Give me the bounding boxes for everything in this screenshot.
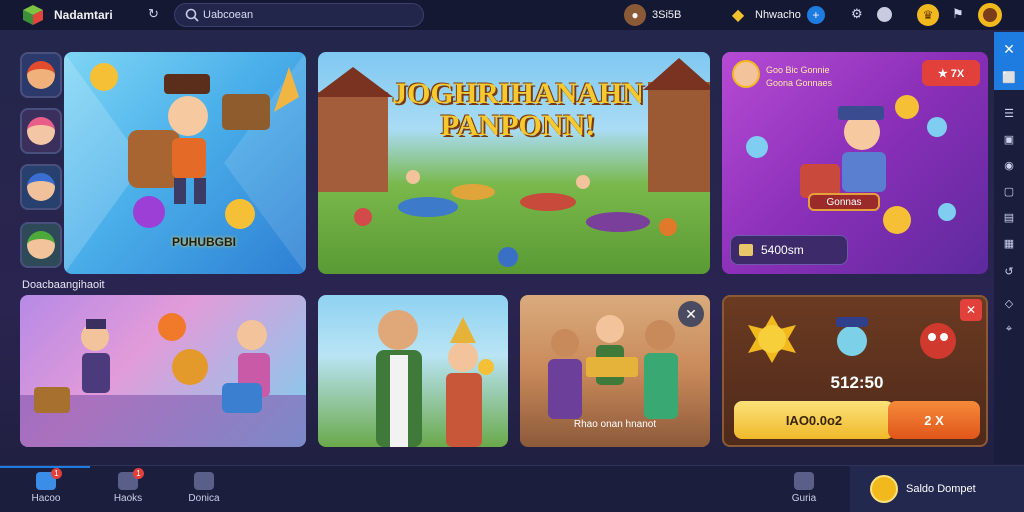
prize-amount: 512:50 xyxy=(830,373,884,392)
game-label: PUHUBGBI xyxy=(171,235,236,249)
home-icon: 1 xyxy=(36,468,62,490)
guide-icon xyxy=(794,472,814,490)
flag-icon[interactable]: ⚑ xyxy=(952,6,964,22)
close-icon[interactable]: ✕ xyxy=(678,301,704,327)
folder-icon[interactable]: ▤ xyxy=(1000,208,1018,226)
character-avatar[interactable] xyxy=(20,108,62,154)
gem-icon: ◆ xyxy=(731,7,745,24)
promo-amount-box[interactable]: 5400sm xyxy=(730,235,848,265)
coin-count: 3Si5B xyxy=(652,9,682,21)
settings-icon[interactable]: ⚙ xyxy=(851,6,863,22)
nav-home-label: Hacoo xyxy=(31,493,61,504)
nav-guide[interactable]: Guria xyxy=(774,470,834,504)
active-tab-indicator xyxy=(0,466,90,468)
wallet-button[interactable]: Saldo Dompet xyxy=(850,466,1024,512)
nav-books[interactable]: 1 Haoks xyxy=(98,468,158,504)
app-name: Nadamtari xyxy=(54,8,113,22)
prize-amount-field[interactable]: IAO0.0o2 xyxy=(734,401,894,439)
character-avatar[interactable] xyxy=(20,52,62,98)
record-icon[interactable] xyxy=(877,7,892,22)
bottom-navigation: 1 Hacoo 1 Haoks Donica Guria Saldo Dompe… xyxy=(0,465,1024,512)
gem-count: Nhwacho xyxy=(755,9,801,21)
prize-amount-input: IAO0.0o2 xyxy=(785,412,843,428)
app-logo-icon[interactable] xyxy=(22,4,44,26)
promo-banner: Gonnas xyxy=(808,193,880,211)
notification-badge: 1 xyxy=(51,468,62,479)
games-icon xyxy=(194,472,214,490)
camera-icon[interactable]: ▣ xyxy=(1000,130,1018,148)
characters-artwork xyxy=(20,313,306,447)
gem-balance[interactable]: ◆ Nhwacho + xyxy=(727,3,825,27)
promo-card[interactable]: Goo Bic Gonnie Goona Gonnaes ★ 7X Gonnas… xyxy=(722,52,988,274)
wallet-coin-icon xyxy=(870,475,898,503)
shake-icon[interactable]: ◇ xyxy=(1000,294,1018,312)
expand-icon[interactable]: ⬜ xyxy=(1000,68,1018,86)
coin-icon xyxy=(225,199,255,229)
controller-icon[interactable]: ◉ xyxy=(1000,156,1018,174)
refresh-icon[interactable]: ↻ xyxy=(148,6,159,22)
profile-icon[interactable] xyxy=(978,3,1002,27)
nav-games[interactable]: Donica xyxy=(174,470,234,504)
book-icon: 1 xyxy=(118,468,144,490)
character-avatar[interactable] xyxy=(20,164,62,210)
search-input[interactable] xyxy=(203,7,413,23)
wallet-label: Saldo Dompet xyxy=(906,483,976,495)
notification-badge: 1 xyxy=(133,468,144,479)
people-artwork xyxy=(376,310,494,447)
game-tile[interactable] xyxy=(20,295,306,447)
banner-title-line2: PANPONN! xyxy=(440,109,596,142)
section-title: Doacbaangihaoit xyxy=(22,279,105,291)
coin-balance[interactable]: ● 3Si5B xyxy=(624,3,681,27)
nav-guide-label: Guria xyxy=(791,493,817,504)
banner-title-line1: JOGHRIHANAHN xyxy=(392,77,644,110)
trophy-icon[interactable]: ♛ xyxy=(917,4,939,26)
prize-card[interactable]: ✕ 512:50 IAO0.0o2 2 X xyxy=(722,295,988,447)
banner-title: JOGHRIHANAHN PANPONN! xyxy=(388,78,648,142)
game-tile[interactable]: ✕ Rhao onan hnanot xyxy=(520,295,710,447)
search-icon xyxy=(185,8,199,22)
nav-books-label: Haoks xyxy=(113,493,143,504)
close-icon[interactable]: ✕ xyxy=(1000,40,1018,58)
screenshot-icon[interactable]: ▢ xyxy=(1000,182,1018,200)
apps-icon[interactable]: ▦ xyxy=(1000,234,1018,252)
featured-game-card[interactable]: PUHUBGBI xyxy=(64,52,306,274)
nav-games-label: Donica xyxy=(188,493,220,504)
coin-icon: ● xyxy=(624,4,646,26)
game-tile[interactable] xyxy=(318,295,508,447)
prize-characters xyxy=(748,315,956,363)
main-banner-card[interactable]: JOGHRIHANAHN PANPONN! xyxy=(318,52,710,274)
character-avatar[interactable] xyxy=(20,222,62,268)
grid-icon[interactable]: ☰ xyxy=(1000,104,1018,122)
coin-icon xyxy=(90,63,118,91)
search-bar[interactable] xyxy=(174,3,424,27)
rotate-icon[interactable]: ↺ xyxy=(1000,262,1018,280)
multiplier-button[interactable]: 2 X xyxy=(888,401,980,439)
wallet-icon xyxy=(739,244,753,256)
right-toolbar: ✕ ⬜ ☰ ▣ ◉ ▢ ▤ ▦ ↺ ◇ ⌖ xyxy=(994,32,1024,464)
nav-home[interactable]: 1 Hacoo xyxy=(16,468,76,504)
top-bar: Nadamtari ↻ ● 3Si5B ◆ Nhwacho + ⚙ ♛ ⚑ xyxy=(0,0,1024,30)
add-gems-icon[interactable]: + xyxy=(806,6,825,24)
tile-caption: Rhao onan hnanot xyxy=(573,419,657,430)
promo-amount: 5400sm xyxy=(761,243,804,257)
location-icon[interactable]: ⌖ xyxy=(1000,320,1018,338)
